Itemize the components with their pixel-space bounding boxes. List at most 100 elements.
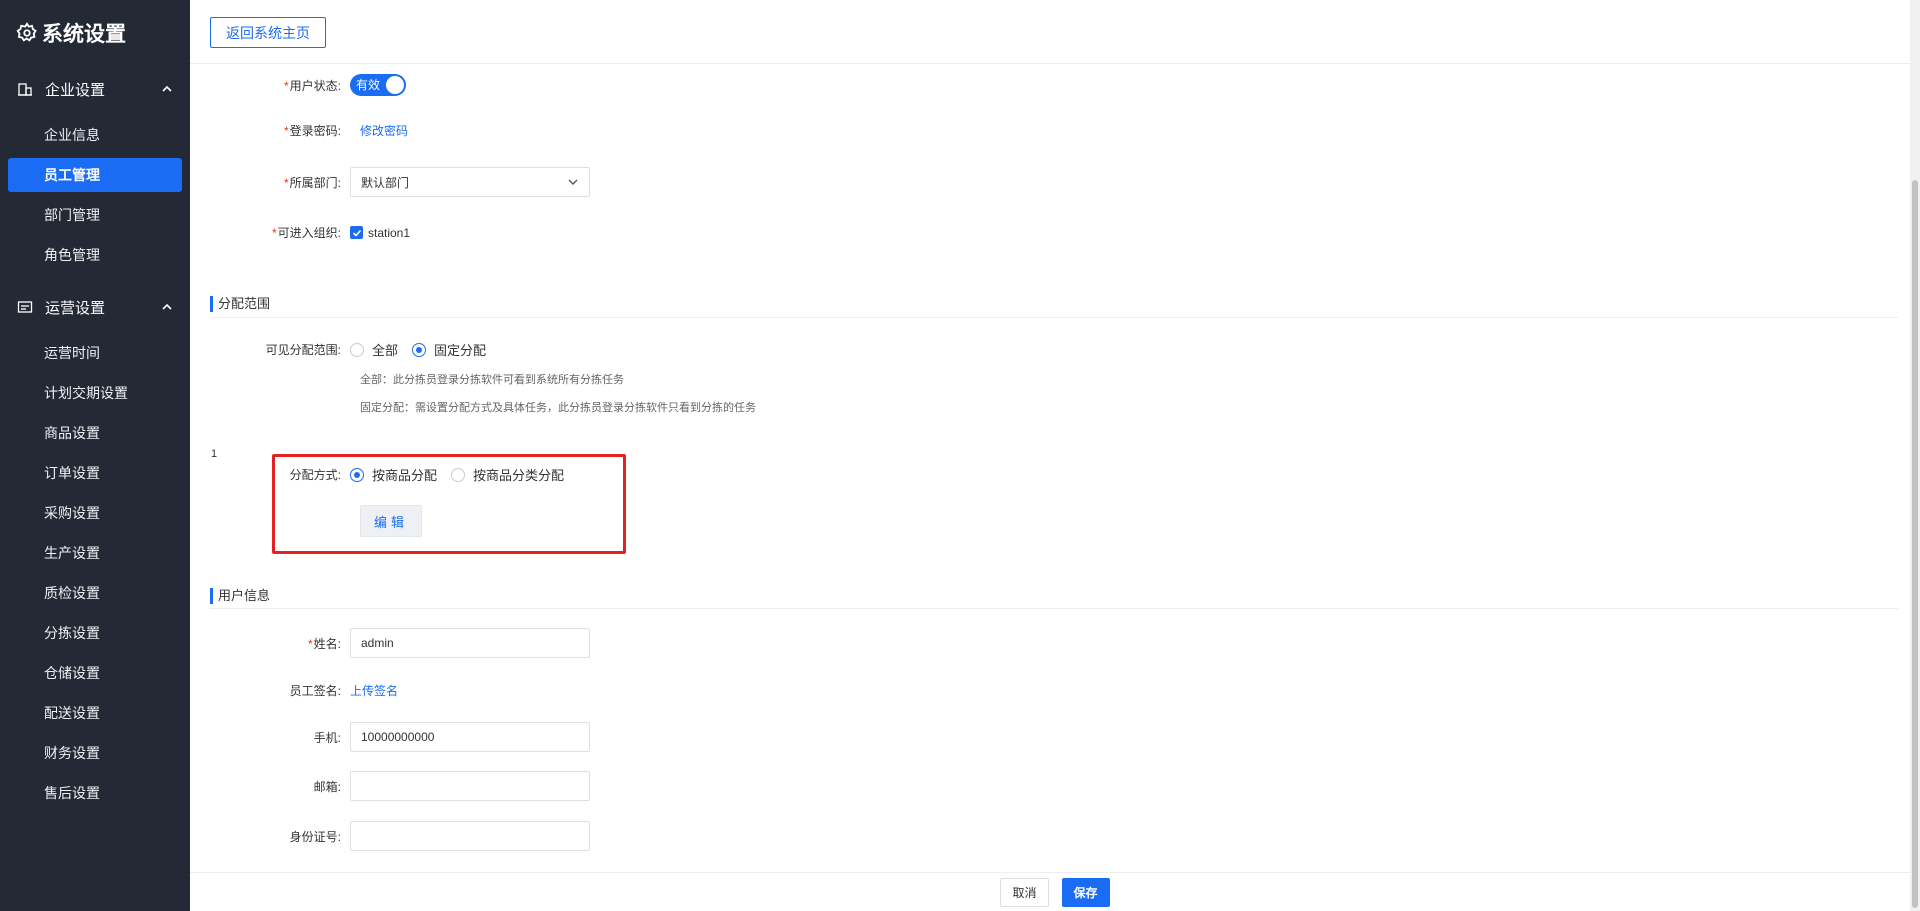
sidebar-item-delivery-schedule[interactable]: 计划交期设置 (8, 376, 182, 410)
sidebar-item-department-management[interactable]: 部门管理 (8, 198, 182, 232)
section-divider (210, 608, 1898, 609)
radio-circle (350, 342, 364, 357)
sidebar-header: 系统设置 (0, 0, 190, 66)
radio-circle (412, 342, 427, 357)
name-input[interactable] (350, 628, 590, 658)
department-select[interactable]: 默认部门 (350, 167, 590, 197)
section-divider (210, 317, 1898, 318)
sidebar-group-enterprise[interactable]: 企业设置 (0, 66, 190, 112)
signature-label: 员工签名: (289, 684, 341, 698)
department-label: *所属部门: (283, 175, 341, 190)
upload-signature-link[interactable]: 上传签名 (350, 682, 398, 699)
sidebar-item-staff-management[interactable]: 员工管理 (8, 158, 182, 192)
toggle-text: 有效 (356, 78, 381, 92)
building-icon (18, 83, 32, 96)
scope-row: 可见分配范围: 全部 固定分配 (190, 340, 500, 359)
org-label: *可进入组织: (271, 226, 341, 240)
sidebar-group-label: 企业设置 (45, 81, 106, 99)
change-password-link[interactable]: 修改密码 (360, 122, 408, 139)
id-row: 身份证号: (190, 821, 590, 851)
sidebar-item-purchase-settings[interactable]: 采购设置 (8, 496, 182, 530)
scope-radio-all[interactable]: 全部 (350, 340, 398, 359)
sidebar-item-aftersale-settings[interactable]: 售后设置 (8, 776, 182, 810)
form-panel: 返回系统主页 *用户状态: 有效 *登录密码: 修改密码 *所属部门: 默认部门… (190, 0, 1910, 872)
radio-circle (350, 467, 364, 482)
help-text-all: 全部：此分拣员登录分拣软件可看到系统所有分拣任务 (360, 374, 624, 386)
back-to-home-button[interactable]: 返回系统主页 (210, 17, 326, 48)
org-value: station1 (368, 225, 411, 240)
method-row: 分配方式: 按商品分配 按商品分类分配 (190, 465, 578, 484)
sidebar-item-finance-settings[interactable]: 财务设置 (8, 736, 182, 770)
sidebar-item-enterprise-info[interactable]: 企业信息 (8, 118, 182, 152)
id-label: 身份证号: (289, 829, 341, 844)
user-section-title: 用户信息 (210, 588, 270, 604)
required-mark: * (271, 226, 277, 240)
edit-button[interactable]: 编辑 (360, 505, 422, 537)
sidebar-item-sorting-settings[interactable]: 分拣设置 (8, 616, 182, 650)
sidebar: 系统设置 企业设置 企业信息 员工管理 部门管理 角色管理 运营设置 运营时间 … (0, 0, 190, 911)
sidebar-item-storage-settings[interactable]: 仓储设置 (8, 656, 182, 690)
name-row: *姓名: (190, 628, 590, 658)
scrollbar[interactable] (1910, 0, 1920, 911)
radio-label: 全部 (372, 343, 399, 358)
scope-radio-fixed[interactable]: 固定分配 (412, 340, 486, 359)
phone-input[interactable] (350, 722, 590, 752)
password-row: *登录密码: 修改密码 (190, 122, 408, 139)
chevron-up-icon (162, 85, 172, 92)
scrollbar-thumb[interactable] (1912, 180, 1918, 908)
required-mark: * (307, 636, 313, 651)
sidebar-group-label: 运营设置 (45, 299, 106, 317)
radio-label: 固定分配 (434, 343, 487, 358)
department-row: *所属部门: 默认部门 (190, 167, 590, 197)
email-row: 邮箱: (190, 771, 590, 801)
gear-icon (16, 22, 37, 42)
cancel-button[interactable]: 取消 (1000, 877, 1049, 907)
required-mark: * (283, 78, 289, 93)
top-bar: 返回系统主页 (190, 0, 1910, 64)
sidebar-item-production-settings[interactable]: 生产设置 (8, 536, 182, 570)
method-label: 分配方式: (289, 468, 341, 482)
sidebar-item-product-settings[interactable]: 商品设置 (8, 416, 182, 450)
save-button[interactable]: 保存 (1061, 877, 1110, 907)
sidebar-group-operations[interactable]: 运营设置 (0, 284, 190, 330)
org-checkbox[interactable] (350, 226, 363, 239)
radio-circle (451, 467, 466, 482)
chevron-down-icon (568, 179, 578, 185)
sidebar-item-qc-settings[interactable]: 质检设置 (8, 576, 182, 610)
org-row: *可进入组织: station1 (190, 224, 410, 241)
user-status-row: *用户状态: 有效 (190, 74, 406, 96)
phone-label: 手机: (313, 730, 341, 745)
toggle-knob (386, 76, 404, 94)
row-marker: 1 (211, 448, 218, 460)
email-input[interactable] (350, 771, 590, 801)
check-icon (352, 229, 361, 237)
radio-label: 按商品分配 (372, 468, 438, 483)
name-label: *姓名: (307, 636, 341, 651)
required-mark: * (283, 175, 289, 190)
panel-icon (17, 301, 33, 313)
user-status-label: *用户状态: (283, 78, 341, 93)
scope-label: 可见分配范围: (265, 343, 341, 357)
sidebar-item-delivery-settings[interactable]: 配送设置 (8, 696, 182, 730)
main-area: 返回系统主页 *用户状态: 有效 *登录密码: 修改密码 *所属部门: 默认部门… (190, 0, 1920, 911)
required-mark: * (283, 124, 289, 138)
signature-row: 员工签名: 上传签名 (190, 682, 398, 699)
footer-bar: 取消 保存 (190, 872, 1920, 911)
sidebar-title: 系统设置 (42, 23, 126, 46)
department-value: 默认部门 (361, 175, 410, 190)
method-radio-by-category[interactable]: 按商品分类分配 (451, 465, 564, 484)
email-label: 邮箱: (313, 779, 341, 794)
chevron-up-icon (162, 303, 172, 310)
assign-section-title: 分配范围 (210, 296, 270, 312)
help-text-fixed: 固定分配：需设置分配方式及具体任务，此分拣员登录分拣软件只看到分拣的任务 (360, 402, 756, 414)
id-input[interactable] (350, 821, 590, 851)
radio-label: 按商品分类分配 (473, 468, 565, 483)
edit-row: 编辑 (360, 505, 422, 537)
phone-row: 手机: (190, 722, 590, 752)
sidebar-item-order-settings[interactable]: 订单设置 (8, 456, 182, 490)
sidebar-item-role-management[interactable]: 角色管理 (8, 238, 182, 272)
user-status-toggle[interactable]: 有效 (350, 74, 406, 96)
password-label: *登录密码: (283, 124, 341, 138)
method-radio-by-product[interactable]: 按商品分配 (350, 465, 437, 484)
sidebar-item-operating-hours[interactable]: 运营时间 (8, 336, 182, 370)
